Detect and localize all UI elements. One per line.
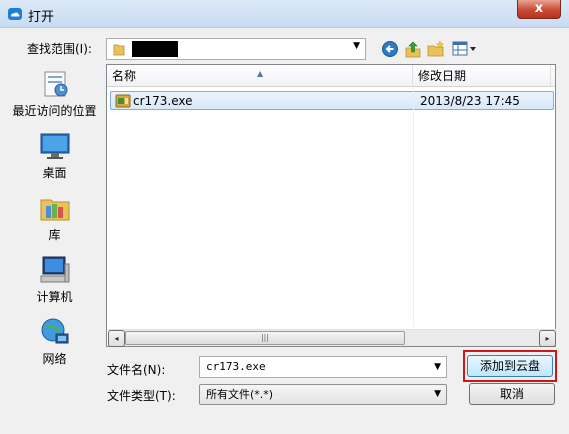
file-type-label: 文件类型(T):	[107, 389, 176, 403]
title-bar: 打开 x	[0, 0, 569, 28]
look-in-combobox[interactable]: ▼	[106, 38, 366, 60]
column-name-header[interactable]: 名称 ▲	[107, 65, 413, 87]
file-list[interactable]: 名称 ▲ 修改日期 cr173.exe 2013/8/23 17:45 ◂ ||…	[106, 64, 556, 347]
file-name-value: cr173.exe	[206, 360, 266, 373]
dropdown-arrow-icon[interactable]: ▼	[434, 357, 441, 377]
scroll-thumb[interactable]: |||	[125, 331, 405, 345]
horizontal-scrollbar[interactable]: ◂ ||| ▸	[108, 329, 556, 347]
scroll-right-button[interactable]: ▸	[539, 330, 556, 347]
scroll-left-button[interactable]: ◂	[108, 330, 125, 347]
file-row[interactable]: cr173.exe 2013/8/23 17:45	[110, 91, 554, 110]
dropdown-arrow-icon[interactable]: ▼	[353, 41, 360, 51]
file-name-label: 文件名(N):	[107, 363, 166, 377]
place-label: 网络	[42, 352, 67, 366]
column-header: 名称 ▲ 修改日期	[107, 65, 555, 87]
file-name-input[interactable]: cr173.exe ▼	[199, 356, 447, 378]
view-menu-button[interactable]	[452, 39, 478, 59]
up-folder-icon[interactable]	[404, 40, 422, 58]
recent-places-icon	[44, 71, 68, 97]
redacted-path	[132, 41, 178, 57]
column-label: 名称	[112, 69, 137, 83]
file-date: 2013/8/23 17:45	[420, 94, 520, 108]
place-label: 桌面	[42, 166, 67, 180]
new-folder-icon[interactable]	[427, 40, 445, 58]
column-label: 修改日期	[418, 69, 467, 83]
place-label: 计算机	[36, 290, 73, 304]
column-divider	[413, 87, 414, 327]
column-date-header[interactable]: 修改日期	[413, 65, 551, 87]
sort-ascending-icon: ▲	[257, 69, 264, 78]
close-button[interactable]: x	[517, 0, 561, 19]
file-name: cr173.exe	[133, 94, 193, 108]
computer-icon	[40, 256, 70, 283]
library-icon	[40, 199, 70, 221]
window-title: 打开	[28, 10, 55, 25]
network-icon	[41, 318, 69, 344]
desktop-icon	[40, 133, 70, 159]
look-in-label: 查找范围(I):	[27, 42, 92, 56]
file-type-value: 所有文件(*.*)	[206, 388, 274, 401]
place-label: 最近访问的位置	[12, 104, 97, 118]
folder-icon	[113, 44, 125, 56]
view-menu-icon	[452, 41, 476, 56]
add-to-cloud-button[interactable]: 添加到云盘	[467, 355, 553, 377]
dropdown-arrow-icon: ▼	[434, 389, 441, 399]
places-bar: 最近访问的位置 桌面 库 计算机 网络	[7, 64, 102, 428]
cloud-app-icon	[8, 8, 22, 20]
file-type-select[interactable]: 所有文件(*.*) ▼	[199, 384, 447, 405]
cancel-button[interactable]: 取消	[469, 383, 555, 405]
back-icon[interactable]	[381, 40, 399, 58]
place-label: 库	[48, 228, 61, 242]
exe-file-icon	[115, 94, 131, 108]
